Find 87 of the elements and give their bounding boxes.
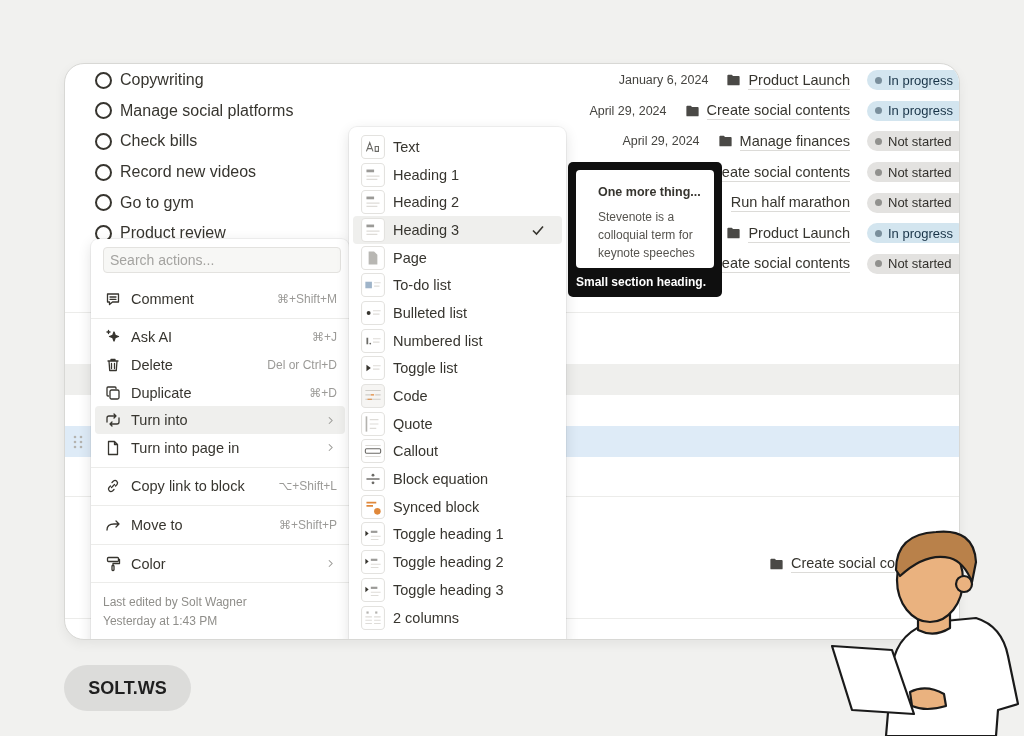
text-style-icon	[361, 134, 385, 159]
search-field[interactable]: Search actions...	[103, 247, 341, 273]
menu-item[interactable]: Text	[353, 133, 562, 161]
heading-icon	[361, 217, 385, 242]
quote-icon	[361, 411, 385, 436]
synced-block-icon	[361, 494, 385, 519]
date-text: April 29, 2024	[622, 134, 700, 149]
checkbox[interactable]	[95, 194, 112, 212]
checkbox[interactable]	[95, 133, 112, 150]
status-tag: In progress	[867, 70, 959, 91]
convert-icon	[105, 412, 121, 429]
comment-icon	[105, 290, 121, 307]
date-text: April 29, 2024	[589, 103, 667, 118]
task-title: Check bills	[120, 132, 198, 151]
link-icon	[105, 478, 121, 495]
menu-item[interactable]: Code	[353, 382, 562, 410]
menu-item[interactable]: Synced block	[353, 492, 562, 521]
numbered-list-icon	[361, 328, 385, 353]
bullet-list-icon	[361, 300, 385, 325]
menu-item[interactable]: Toggle heading 2	[353, 548, 562, 576]
tooltip-text: Small section heading.	[576, 274, 708, 291]
menu-item[interactable]: Callout	[353, 437, 562, 466]
status-tag: Not started	[867, 253, 959, 274]
callout-icon	[361, 439, 385, 464]
task-title: Manage social platforms	[120, 101, 294, 120]
menu-item[interactable]: Color	[95, 549, 345, 578]
menu-item[interactable]: Numbered list	[353, 326, 562, 355]
checkbox[interactable]	[95, 71, 112, 89]
status-tag: In progress	[867, 223, 959, 244]
menu-item[interactable]: Bulleted list	[353, 299, 562, 327]
page-icon	[105, 439, 121, 456]
toggle-heading-icon	[361, 577, 385, 602]
heading-icon	[361, 162, 385, 187]
menu-item[interactable]: To-do list	[353, 271, 562, 300]
task-title: Record new videos	[120, 163, 257, 182]
project-link[interactable]: Create social contents	[706, 101, 850, 121]
menu-item[interactable]: Turn into	[95, 406, 345, 434]
code-icon	[361, 384, 385, 409]
task-title: Product review	[120, 224, 226, 243]
status-tag: Not started	[867, 131, 959, 152]
menu-item[interactable]: Ask AI ⌘+J	[95, 323, 345, 352]
menu-item[interactable]: Heading 3	[353, 216, 562, 244]
checkbox[interactable]	[95, 102, 112, 120]
menu-item[interactable]: Page	[353, 243, 562, 272]
checkbox[interactable]	[95, 163, 112, 181]
duplicate-icon	[105, 384, 121, 401]
preview-title: One more thing...	[598, 185, 702, 199]
task-title: Copywriting	[120, 71, 204, 90]
preview-text: Stevenote is a colloquial term for keynote speeches	[598, 209, 696, 262]
task-title: Go to gym	[120, 193, 194, 212]
paint-roller-icon	[105, 555, 121, 572]
checkbox-list-icon	[361, 273, 385, 298]
menu-item[interactable]: Toggle heading 3	[353, 576, 562, 604]
project-link[interactable]: Run half marathon	[730, 193, 850, 213]
menu-item[interactable]: Move to ⌘+Shift+P	[95, 511, 345, 539]
menu-item[interactable]: Comment ⌘+Shift+M	[95, 285, 345, 313]
status-tag: Not started	[867, 162, 959, 183]
menu-item[interactable]: Heading 2	[353, 188, 562, 217]
toggle-heading-icon	[361, 522, 385, 547]
status-tag: Not started	[867, 192, 959, 213]
status-tag: In progress	[867, 100, 959, 121]
project-link[interactable]: Manage finances	[739, 132, 850, 151]
menu-item[interactable]: Toggle list	[353, 354, 562, 383]
date-text: January 6, 2024	[618, 73, 709, 88]
menu-item[interactable]: 2 columns	[353, 603, 562, 632]
drag-handle-icon	[73, 434, 83, 449]
menu-item[interactable]: Turn into page in	[95, 433, 345, 462]
heading-icon	[361, 190, 385, 215]
page-icon	[361, 245, 385, 270]
edit-info-text: Yesterday at 1:43 PM	[103, 613, 219, 631]
menu-item[interactable]: Copy link to block ⌥+Shift+L	[95, 472, 345, 501]
trash-icon	[105, 357, 121, 373]
menu-item[interactable]: Duplicate ⌘+D	[95, 378, 345, 407]
menu-item[interactable]: Delete Del or Ctrl+D	[95, 351, 345, 379]
edit-info-text: Last edited by Solt Wagner	[103, 594, 248, 612]
project-link[interactable]: Product Launch	[748, 70, 850, 90]
columns-icon	[361, 605, 385, 630]
project-link[interactable]: Product Launch	[748, 223, 850, 243]
menu-item[interactable]: Quote	[353, 409, 562, 438]
menu-item[interactable]: Heading 1	[353, 160, 562, 189]
logo-badge: SOLT.WS	[64, 665, 191, 711]
toggle-heading-icon	[361, 550, 385, 575]
project-link[interactable]: Create social co	[791, 554, 895, 574]
menu-item[interactable]: Toggle heading 1	[353, 520, 562, 549]
menu-item[interactable]: Block equation	[353, 465, 562, 493]
toggle-icon	[361, 356, 385, 381]
equation-icon	[361, 467, 385, 492]
